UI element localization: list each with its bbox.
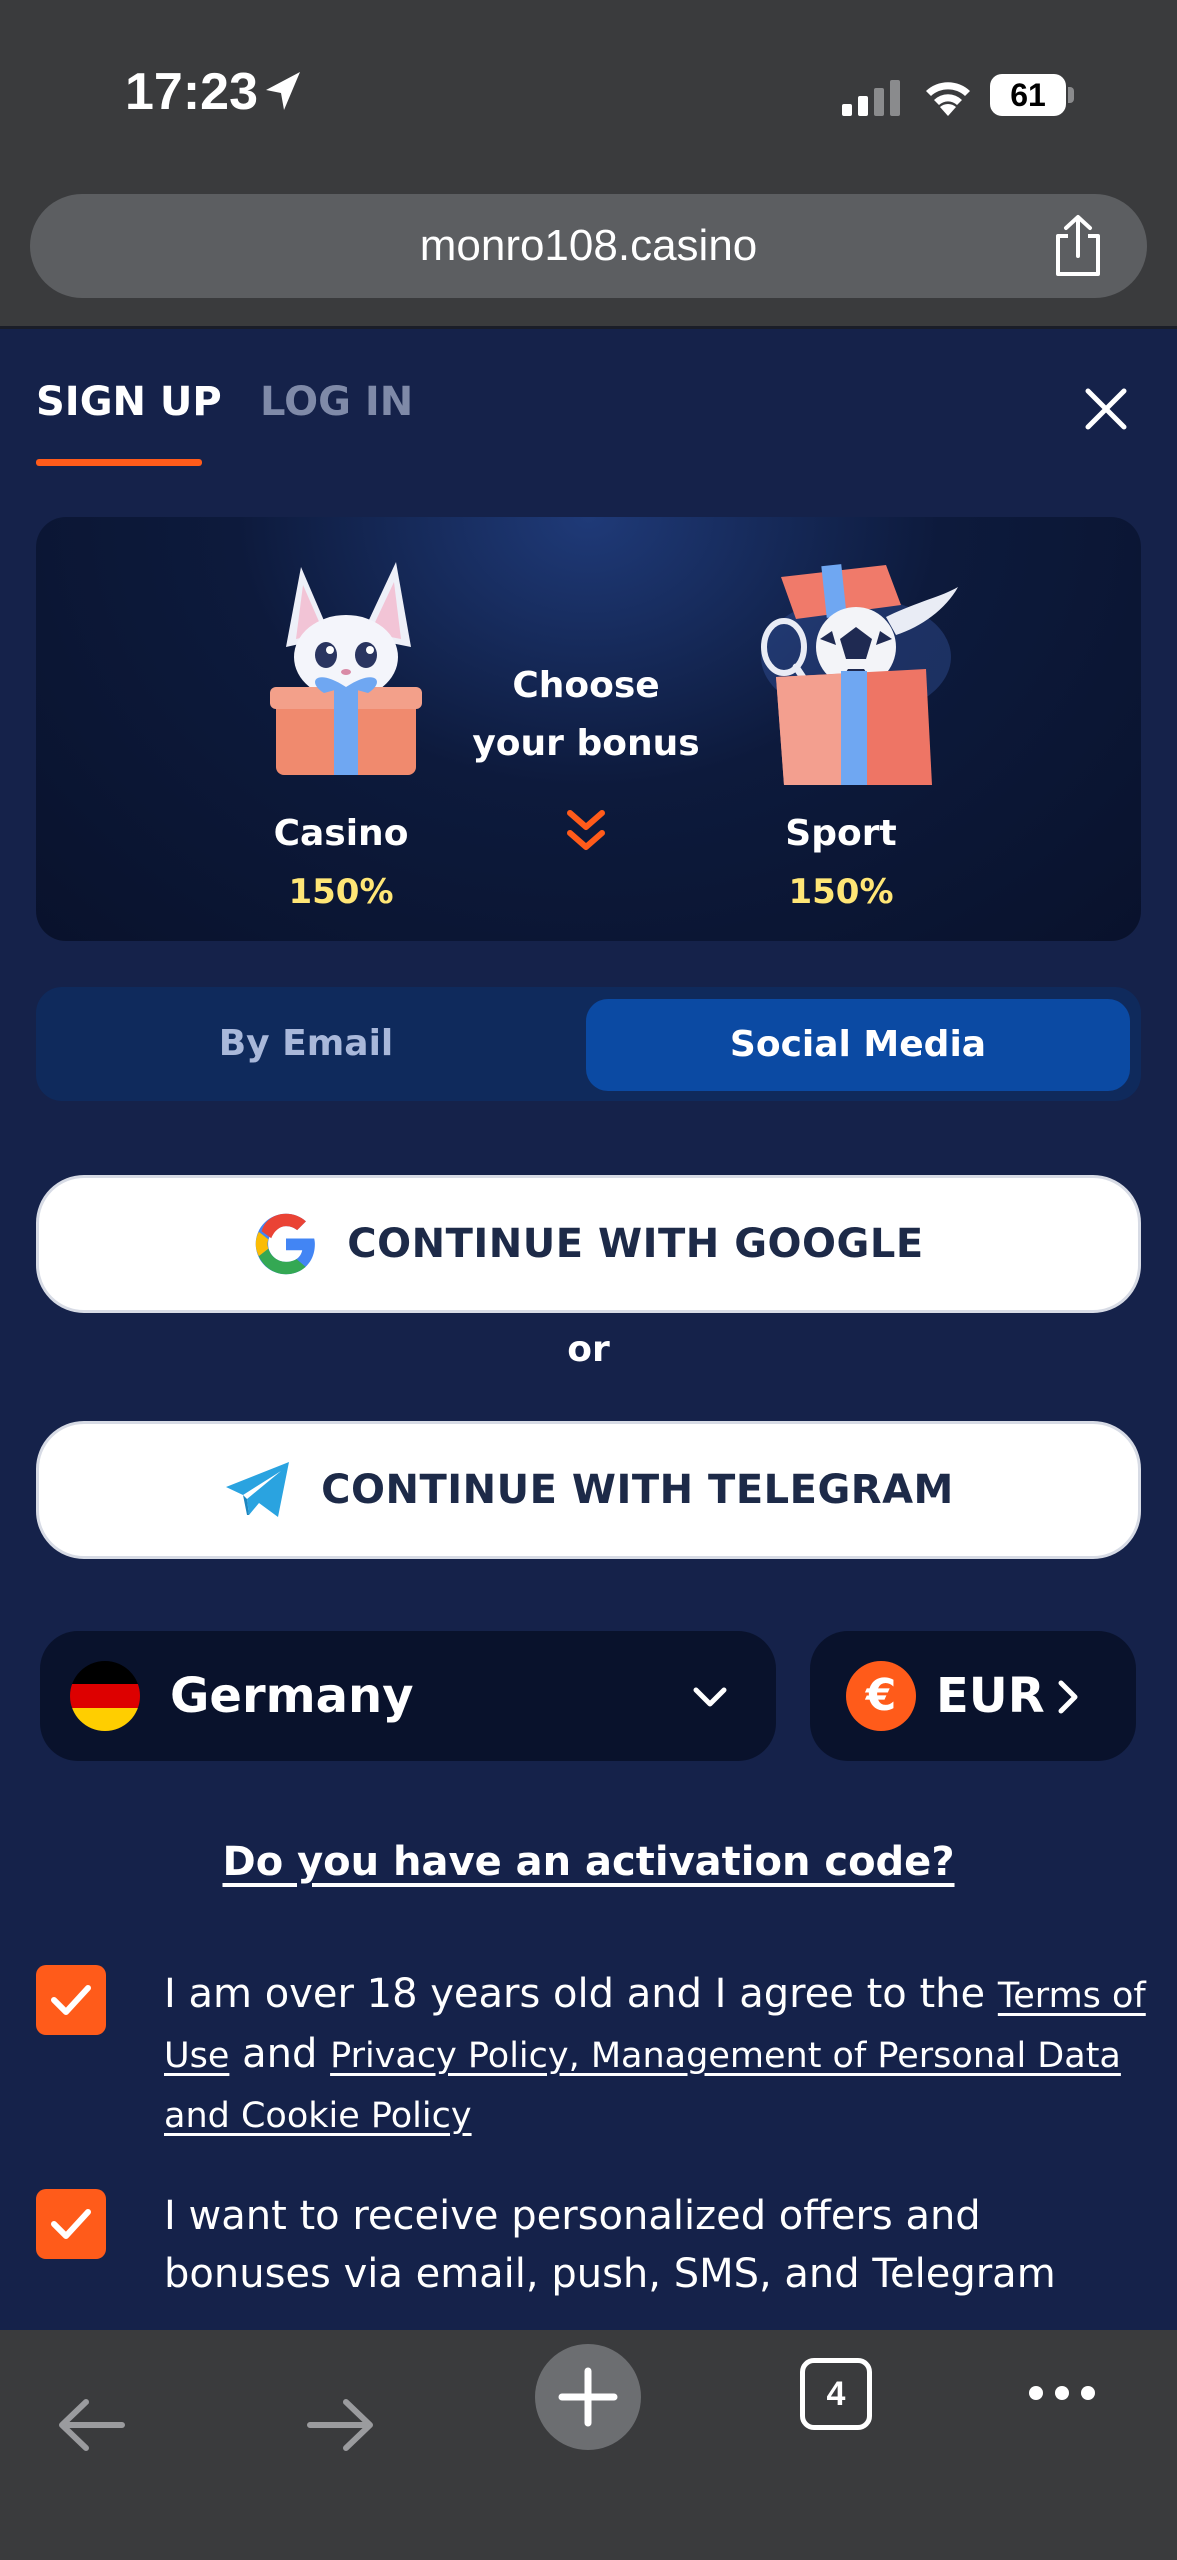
- chevron-right-icon: [1058, 1680, 1078, 1714]
- bonus-selector: Choose your bonus Casino 150% Sport 150%: [36, 517, 1141, 941]
- currency-value: EUR: [936, 1668, 1045, 1724]
- url-text: monro108.casino: [419, 221, 758, 270]
- forward-icon[interactable]: [304, 2392, 376, 2458]
- location-arrow-icon: [266, 72, 300, 110]
- casino-bonus-illustration-icon[interactable]: [246, 547, 436, 777]
- casino-bonus-label[interactable]: Casino: [216, 813, 466, 854]
- battery-level: 61: [1010, 77, 1046, 113]
- checkmark-icon: [51, 2209, 91, 2239]
- telegram-logo-icon: [226, 1462, 290, 1517]
- marketing-consent-text: I want to receive personalized offers an…: [164, 2193, 1056, 2297]
- wifi-icon: [926, 82, 970, 116]
- address-bar[interactable]: monro108.casino: [30, 194, 1147, 298]
- google-logo-icon: [256, 1213, 316, 1275]
- signup-modal: SIGN UP LOG IN Choose your bonus Casino …: [0, 329, 1177, 2330]
- registration-method-toggle: By Email Social Media: [36, 987, 1141, 1101]
- age-terms-checkbox[interactable]: [36, 1965, 106, 2035]
- back-icon[interactable]: [56, 2392, 128, 2458]
- new-tab-button[interactable]: [535, 2344, 641, 2450]
- checkmark-icon: [51, 1985, 91, 2015]
- status-time: 17:23: [125, 63, 258, 121]
- marketing-offers-checkbox[interactable]: [36, 2189, 106, 2259]
- sport-bonus-label[interactable]: Sport: [716, 813, 966, 854]
- or-separator: or: [567, 1329, 610, 1370]
- battery-icon: 61: [990, 74, 1074, 116]
- sport-bonus-percent: 150%: [788, 872, 894, 912]
- double-chevron-down-icon: [567, 810, 605, 850]
- country-select[interactable]: Germany: [40, 1631, 776, 1761]
- close-icon[interactable]: [1082, 385, 1130, 433]
- euro-icon: €: [846, 1661, 916, 1731]
- choose-bonus-prompt: Choose your bonus: [436, 657, 736, 773]
- casino-bonus-percent: 150%: [288, 872, 394, 912]
- new-tab-plus-icon: [558, 2367, 618, 2427]
- consent-and-text: and: [229, 2031, 331, 2077]
- share-icon[interactable]: [1050, 214, 1106, 278]
- tabs-icon[interactable]: 4: [800, 2358, 872, 2430]
- age-consent-text: I am over 18 years old and I agree to th…: [164, 1971, 998, 2017]
- google-button-label: CONTINUE WITH GOOGLE: [347, 1221, 924, 1267]
- more-icon[interactable]: [1026, 2380, 1098, 2406]
- tab-log-in[interactable]: LOG IN: [260, 379, 413, 425]
- choose-bonus-line2: your bonus: [472, 723, 700, 764]
- choose-bonus-line1: Choose: [512, 665, 660, 706]
- chevron-down-icon: [693, 1687, 727, 1707]
- telegram-button-label: CONTINUE WITH TELEGRAM: [321, 1467, 954, 1513]
- country-value: Germany: [170, 1668, 414, 1724]
- continue-with-google-button[interactable]: CONTINUE WITH GOOGLE: [36, 1175, 1141, 1313]
- tab-sign-up[interactable]: SIGN UP: [36, 379, 222, 425]
- germany-flag-icon: [70, 1661, 140, 1731]
- continue-with-telegram-button[interactable]: CONTINUE WITH TELEGRAM: [36, 1421, 1141, 1559]
- status-bar: 17:23 61: [0, 0, 1177, 190]
- tab-by-email[interactable]: By Email: [36, 987, 576, 1101]
- tab-social-media[interactable]: Social Media: [586, 999, 1130, 1091]
- cellular-signal-icon: [842, 80, 900, 116]
- activation-code-link[interactable]: Do you have an activation code?: [0, 1839, 1177, 1885]
- active-tab-indicator: [36, 459, 202, 466]
- age-terms-consent: I am over 18 years old and I agree to th…: [164, 1965, 1154, 2145]
- sport-bonus-illustration-icon[interactable]: [736, 547, 966, 787]
- currency-select[interactable]: € EUR: [810, 1631, 1136, 1761]
